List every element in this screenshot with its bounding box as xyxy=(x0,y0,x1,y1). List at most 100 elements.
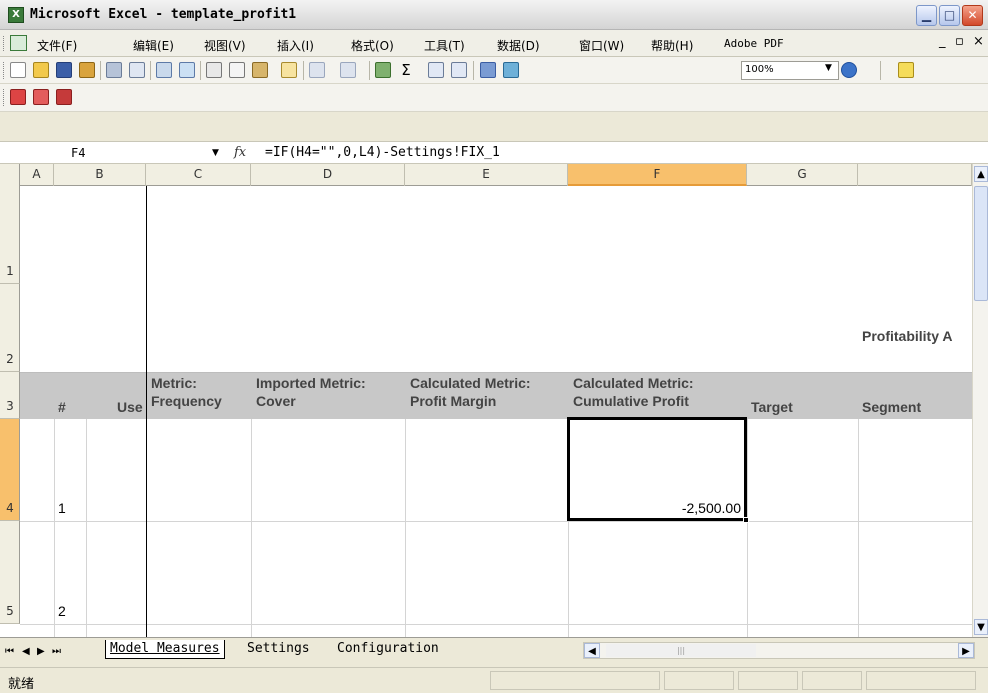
status-text: 就绪 xyxy=(8,677,35,692)
scroll-thumb[interactable] xyxy=(974,186,988,301)
minimize-button[interactable]: ▁ xyxy=(916,5,937,26)
header-cell-cumulative-profit[interactable]: Calculated Metric: Cumulative Profit xyxy=(573,374,694,410)
chevron-down-icon[interactable]: ▼ xyxy=(825,63,832,73)
fill-color-icon[interactable] xyxy=(898,62,914,78)
print-icon[interactable] xyxy=(106,62,122,78)
doc-minimize-button[interactable]: _ xyxy=(939,34,946,49)
menu-insert[interactable]: 插入(I) xyxy=(277,37,314,54)
header-cell-target[interactable]: Target xyxy=(751,398,793,416)
gridline xyxy=(405,419,406,637)
toolbar-separator xyxy=(100,61,101,80)
print-preview-icon[interactable] xyxy=(129,62,145,78)
toolbar-grip[interactable] xyxy=(3,89,6,106)
header-cell-cover[interactable]: Imported Metric: Cover xyxy=(256,374,366,410)
active-cell-selection[interactable] xyxy=(567,417,747,521)
help-icon[interactable] xyxy=(841,62,857,78)
pdf-email-icon[interactable] xyxy=(33,89,49,105)
sheet-tab-settings[interactable]: Settings xyxy=(243,640,314,659)
cell-row-number[interactable]: 2 xyxy=(58,603,66,619)
toolbar-grip[interactable] xyxy=(3,62,6,79)
header-cell-number[interactable]: # xyxy=(58,398,66,416)
report-title-cell[interactable]: Profitability A xyxy=(862,328,953,344)
menu-window[interactable]: 窗口(W) xyxy=(579,37,624,54)
column-header-b[interactable]: B xyxy=(54,164,146,186)
gridline xyxy=(54,419,55,637)
redo-icon[interactable] xyxy=(340,62,356,78)
row-header-2[interactable]: 2 xyxy=(0,284,20,372)
row-header-5[interactable]: 5 xyxy=(0,521,20,624)
hyperlink-icon[interactable] xyxy=(375,62,391,78)
autosum-icon[interactable]: Σ xyxy=(398,62,414,78)
insert-function-icon[interactable]: fx xyxy=(234,145,246,160)
header-cell-segment[interactable]: Segment xyxy=(862,398,921,416)
pdf-review-icon[interactable] xyxy=(56,89,72,105)
menu-adobe-pdf[interactable]: Adobe PDF xyxy=(724,37,784,50)
chart-wizard-icon[interactable] xyxy=(480,62,496,78)
row-header-1[interactable]: 1 xyxy=(0,186,20,284)
prev-sheet-icon[interactable]: ◀ xyxy=(22,646,30,657)
maximize-button[interactable]: □ xyxy=(939,5,960,26)
doc-close-button[interactable]: × xyxy=(973,34,984,49)
close-button[interactable]: ✕ xyxy=(962,5,983,26)
cut-icon[interactable] xyxy=(206,62,222,78)
fill-handle[interactable] xyxy=(743,517,749,523)
scroll-right-icon[interactable]: ▶ xyxy=(958,643,974,658)
spreadsheet-grid[interactable]: A B C D E F G 1 2 3 4 5 Profitability A … xyxy=(0,164,988,637)
header-cell-profit-margin[interactable]: Calculated Metric: Profit Margin xyxy=(410,374,531,410)
paste-icon[interactable] xyxy=(252,62,268,78)
permission-icon[interactable] xyxy=(79,62,95,78)
toolbar-separator xyxy=(200,61,201,80)
column-header-a[interactable]: A xyxy=(20,164,54,186)
research-icon[interactable] xyxy=(179,62,195,78)
column-header-c[interactable]: C xyxy=(146,164,251,186)
row-header-3[interactable]: 3 xyxy=(0,372,20,419)
scroll-up-icon[interactable]: ▲ xyxy=(974,166,988,182)
menu-help[interactable]: 帮助(H) xyxy=(651,37,693,54)
format-painter-icon[interactable] xyxy=(281,62,297,78)
menu-tools[interactable]: 工具(T) xyxy=(424,37,465,54)
select-all-button[interactable] xyxy=(0,164,20,186)
sort-descending-icon[interactable] xyxy=(451,62,467,78)
open-icon[interactable] xyxy=(33,62,49,78)
sort-ascending-icon[interactable] xyxy=(428,62,444,78)
menu-grip[interactable] xyxy=(3,36,6,51)
save-icon[interactable] xyxy=(56,62,72,78)
new-icon[interactable] xyxy=(10,62,26,78)
toolbar-separator xyxy=(369,61,370,80)
column-header-f[interactable]: F xyxy=(568,164,747,186)
formula-input[interactable]: =IF(H4="",0,L4)-Settings!FIX_1 xyxy=(265,145,500,160)
cell-row-number[interactable]: 1 xyxy=(58,500,66,516)
doc-restore-button[interactable]: ▫ xyxy=(955,34,964,49)
copy-icon[interactable] xyxy=(229,62,245,78)
excel-icon[interactable]: X xyxy=(8,7,24,23)
column-header-h[interactable] xyxy=(858,164,972,186)
workbook-icon[interactable] xyxy=(10,35,27,51)
undo-icon[interactable] xyxy=(309,62,325,78)
menu-view[interactable]: 视图(V) xyxy=(204,37,246,54)
menu-data[interactable]: 数据(D) xyxy=(497,37,540,54)
menu-format[interactable]: 格式(O) xyxy=(351,37,394,54)
menu-file[interactable]: 文件(F) xyxy=(37,37,77,54)
first-sheet-icon[interactable]: ⏮ xyxy=(5,646,14,657)
spelling-icon[interactable] xyxy=(156,62,172,78)
horizontal-scrollbar[interactable]: ◀ ||| ▶ xyxy=(583,642,975,659)
drawing-icon[interactable] xyxy=(503,62,519,78)
header-cell-use[interactable]: Use xyxy=(117,398,143,416)
sheet-tab-configuration[interactable]: Configuration xyxy=(333,640,443,659)
vertical-scrollbar[interactable]: ▲ ▼ xyxy=(972,164,988,637)
chevron-down-icon[interactable]: ▼ xyxy=(212,148,219,158)
row-header-4[interactable]: 4 xyxy=(0,419,20,521)
scroll-thumb[interactable]: ||| xyxy=(606,644,756,657)
next-sheet-icon[interactable]: ▶ xyxy=(37,646,45,657)
header-cell-frequency[interactable]: Metric: Frequency xyxy=(151,374,222,410)
pdf-convert-icon[interactable] xyxy=(10,89,26,105)
scroll-down-icon[interactable]: ▼ xyxy=(974,619,988,635)
column-header-e[interactable]: E xyxy=(405,164,568,186)
column-header-d[interactable]: D xyxy=(251,164,405,186)
name-box[interactable]: F4 xyxy=(3,144,231,163)
menu-edit[interactable]: 编辑(E) xyxy=(133,37,174,54)
sheet-tab-model-measures[interactable]: Model Measures xyxy=(105,640,225,659)
column-header-g[interactable]: G xyxy=(747,164,858,186)
scroll-left-icon[interactable]: ◀ xyxy=(584,643,600,658)
last-sheet-icon[interactable]: ⏭ xyxy=(52,646,61,657)
